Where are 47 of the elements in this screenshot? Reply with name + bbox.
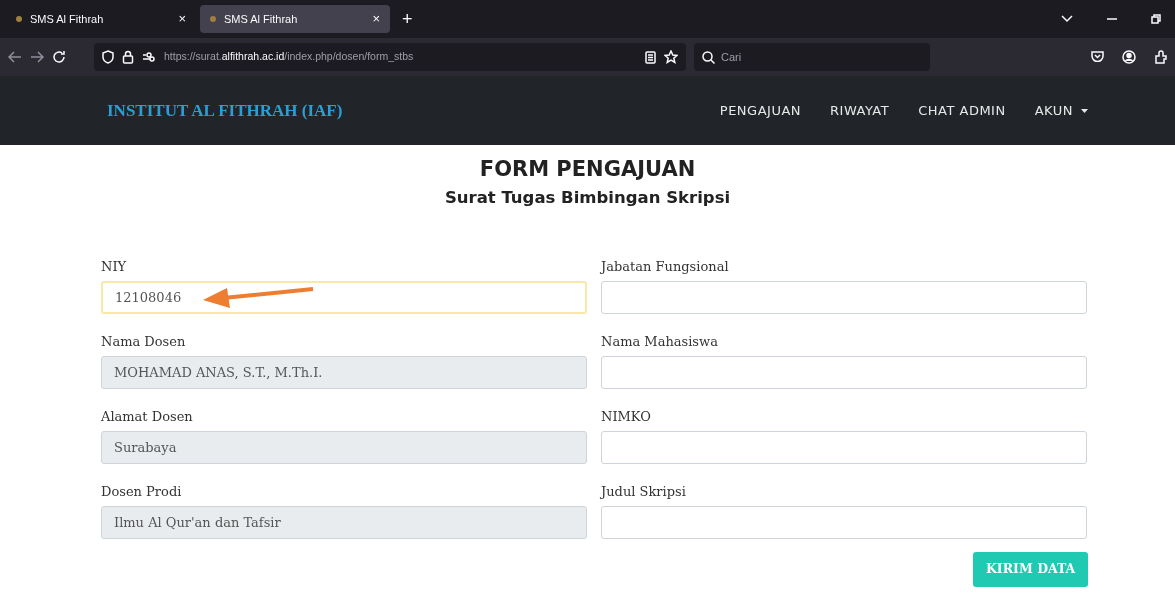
reader-view-icon[interactable] <box>645 50 656 64</box>
close-tab-button[interactable]: × <box>372 9 380 29</box>
field-label: Judul Skripsi <box>601 483 686 499</box>
form-subtitle: Surat Tugas Bimbingan Skripsi <box>444 187 731 210</box>
caret-icon <box>1081 108 1088 113</box>
field-label: Nama Dosen <box>101 333 186 349</box>
nav-link[interactable]: PENGAJUAN <box>719 100 802 121</box>
input-field[interactable]: Surabaya <box>101 430 587 464</box>
forward-icon[interactable] <box>30 51 44 63</box>
account-icon[interactable] <box>1122 50 1136 64</box>
form-title: FORM PENGAJUAN <box>479 157 696 183</box>
nav-link[interactable]: CHAT ADMIN <box>918 100 1006 121</box>
nav-link[interactable]: AKUN <box>1034 100 1088 121</box>
field-label: NIY <box>101 258 127 274</box>
lock-icon <box>122 50 134 64</box>
input-field[interactable] <box>601 430 1087 464</box>
field-label: NIMKO <box>601 408 651 424</box>
pocket-icon[interactable] <box>1091 50 1104 64</box>
search-icon <box>702 50 715 64</box>
restore-icon[interactable] <box>1151 14 1161 24</box>
input-field[interactable] <box>601 505 1087 539</box>
star-icon[interactable] <box>664 50 678 64</box>
extensions-icon[interactable] <box>1154 50 1167 64</box>
input-field[interactable]: MOHAMAD ANAS, S.T., M.Th.I. <box>101 355 587 389</box>
field-label: Jabatan Fungsional <box>601 258 729 274</box>
browser-tab[interactable]: SMS Al Fithrah × <box>6 5 196 33</box>
new-tab-button[interactable]: + <box>394 5 421 33</box>
back-icon[interactable] <box>8 51 22 63</box>
input-field[interactable]: 12108046 <box>101 280 587 314</box>
browser-tab[interactable]: SMS Al Fithrah × <box>200 5 390 33</box>
reload-icon[interactable] <box>52 50 66 64</box>
url-text: https://surat.alfithrah.ac.id/index.php/dosen/form_stbs <box>164 49 414 65</box>
brand-title[interactable]: INSTITUT AL FITHRAH (IAF) <box>107 97 343 124</box>
field-label: Alamat Dosen <box>101 408 193 424</box>
nav-link[interactable]: RIWAYAT <box>830 100 890 121</box>
input-field[interactable] <box>601 280 1087 314</box>
input-field[interactable] <box>601 355 1087 389</box>
permissions-icon <box>142 52 156 62</box>
search-field[interactable]: Cari <box>694 43 930 71</box>
field-label: Dosen Prodi <box>101 483 182 499</box>
arrow-icon <box>201 284 315 309</box>
field-label: Nama Mahasiswa <box>601 333 718 349</box>
address-field[interactable]: https://surat.alfithrah.ac.id/index.php/dosen/form_stbs <box>94 43 686 71</box>
close-tab-button[interactable]: × <box>178 9 186 29</box>
input-field[interactable]: Ilmu Al Qur'an dan Tafsir <box>101 505 587 539</box>
shield-icon <box>102 50 114 64</box>
chevron-down-icon[interactable] <box>1061 15 1073 23</box>
